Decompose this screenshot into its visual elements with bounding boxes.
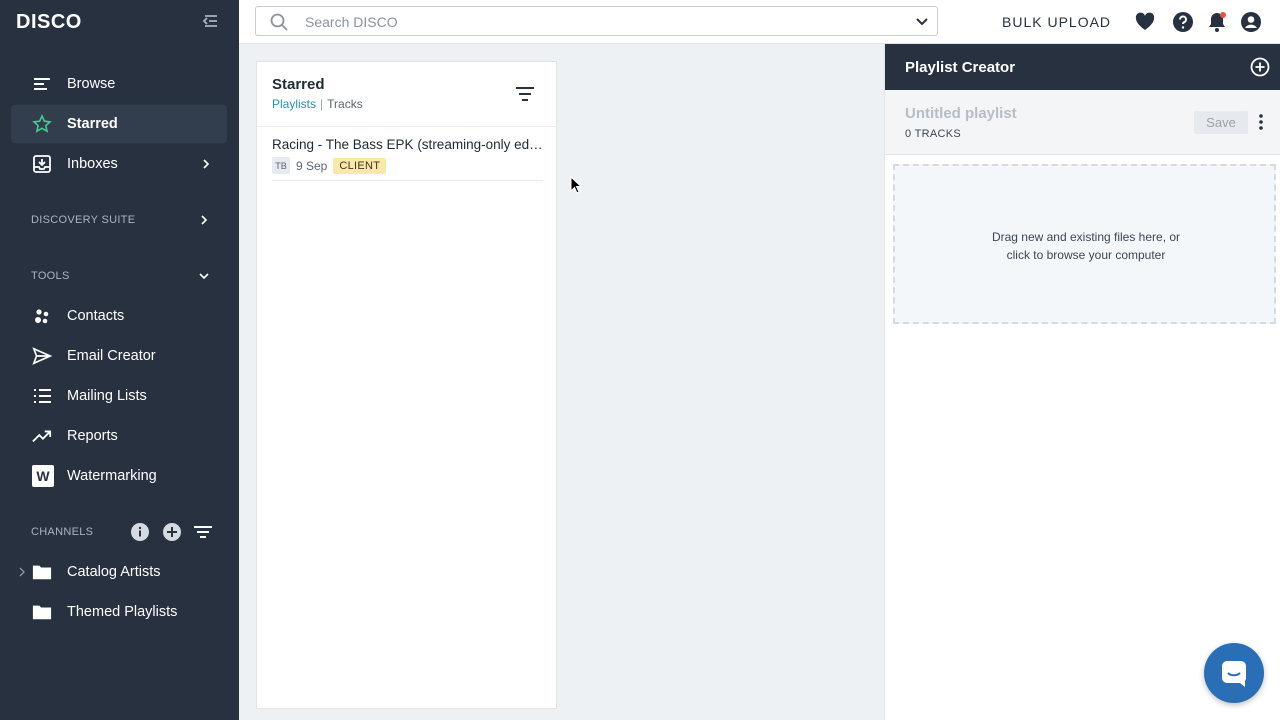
disco-logo[interactable]: DISCO	[16, 11, 82, 34]
more-options-icon[interactable]	[1255, 112, 1267, 132]
playlist-title: Racing - The Bass EPK (streaming-only ed…	[272, 137, 543, 152]
tab-playlists[interactable]: Playlists	[272, 97, 316, 111]
sidebar-item-themed-playlists[interactable]: Themed Playlists	[11, 593, 227, 631]
playlist-name-field[interactable]: Untitled playlist	[905, 105, 1017, 122]
sidebar-item-label: Catalog Artists	[67, 564, 161, 580]
notifications-icon[interactable]	[1206, 11, 1228, 33]
send-icon	[32, 346, 52, 366]
sidebar-item-watermarking[interactable]: W Watermarking	[11, 457, 227, 495]
search-icon	[270, 13, 288, 31]
drop-line-2: click to browse your computer	[1006, 248, 1166, 262]
chevron-down-icon[interactable]	[915, 15, 929, 29]
panel-title: Starred	[272, 76, 325, 93]
row-meta: TB 9 Sep CLIENT	[272, 157, 387, 174]
chevron-down-icon[interactable]	[198, 270, 210, 282]
save-button[interactable]: Save	[1194, 111, 1248, 134]
sidebar-item-label: Browse	[67, 76, 116, 92]
info-icon[interactable]	[130, 522, 150, 542]
watermark-icon: W	[32, 465, 54, 487]
trend-icon	[32, 426, 52, 446]
playlist-creator-header: Playlist Creator	[885, 44, 1280, 90]
folder-icon	[32, 562, 52, 582]
sidebar-item-contacts[interactable]: Contacts	[11, 297, 227, 335]
search-input[interactable]: Search DISCO	[255, 6, 938, 36]
sidebar-item-browse[interactable]: Browse	[11, 65, 227, 103]
status-badge: CLIENT	[333, 157, 387, 174]
starred-panel: Starred Playlists | Tracks Racing - The Ba…	[256, 61, 557, 709]
account-icon[interactable]	[1240, 11, 1262, 33]
playlist-info: Untitled playlist 0 TRACKS Save	[885, 90, 1280, 155]
filter-channels-icon[interactable]	[193, 522, 213, 542]
starred-tabs: Playlists | Tracks	[272, 97, 363, 111]
sidebar-item-inboxes[interactable]: Inboxes	[11, 145, 227, 183]
top-bar: Search DISCO BULK UPLOAD	[239, 0, 1280, 44]
chevron-right-icon	[203, 159, 210, 169]
tab-separator: |	[320, 97, 324, 111]
folder-icon	[32, 602, 52, 622]
star-icon	[32, 114, 52, 134]
add-playlist-icon[interactable]	[1250, 57, 1270, 77]
mouse-cursor-icon	[570, 176, 582, 194]
contacts-icon	[32, 306, 52, 326]
avatar: TB	[272, 157, 290, 174]
sidebar-item-label: Inboxes	[67, 156, 118, 172]
sidebar-item-label: Themed Playlists	[67, 604, 178, 620]
heart-icon[interactable]	[1134, 11, 1156, 33]
track-count: 0 TRACKS	[905, 128, 961, 140]
channels-label: CHANNELS	[31, 526, 94, 538]
sidebar-item-label: Mailing Lists	[67, 388, 147, 404]
sidebar-item-label: Reports	[67, 428, 118, 444]
playlist-creator: Playlist Creator Untitled playlist 0 TRA…	[884, 44, 1280, 720]
drop-zone-text: Drag new and existing files here, or cli…	[955, 228, 1217, 264]
file-drop-zone[interactable]: Drag new and existing files here, or cli…	[893, 164, 1276, 324]
sidebar-item-label: Contacts	[67, 308, 125, 324]
sidebar-item-catalog-artists[interactable]: Catalog Artists	[11, 553, 227, 591]
list-item[interactable]: Racing - The Bass EPK (streaming-only ed…	[272, 128, 543, 181]
inbox-icon	[32, 154, 52, 174]
panel-title: Playlist Creator	[905, 59, 1016, 76]
discovery-suite-label[interactable]: DISCOVERY SUITE	[31, 214, 135, 226]
collapse-sidebar-icon[interactable]	[201, 12, 221, 30]
sidebar-item-mailing-lists[interactable]: Mailing Lists	[11, 377, 227, 415]
watermark-glyph: W	[36, 468, 50, 484]
sidebar: DISCO Browse Starred Inboxes DISCOVERY S…	[0, 0, 239, 720]
list-icon	[32, 386, 52, 406]
browse-icon	[32, 74, 52, 94]
drop-line-1: Drag new and existing files here, or	[991, 230, 1181, 244]
sidebar-item-label: Watermarking	[67, 468, 157, 484]
sidebar-item-email-creator[interactable]: Email Creator	[11, 337, 227, 375]
date-label: 9 Sep	[296, 158, 328, 173]
sidebar-item-reports[interactable]: Reports	[11, 417, 227, 455]
divider	[257, 126, 556, 127]
chevron-right-icon[interactable]	[198, 214, 210, 226]
chat-support-button[interactable]	[1204, 643, 1264, 703]
chat-icon	[1222, 661, 1246, 687]
help-icon[interactable]	[1172, 11, 1194, 33]
sidebar-item-label: Email Creator	[67, 348, 156, 364]
tab-tracks[interactable]: Tracks	[327, 97, 363, 111]
chevron-right-icon[interactable]	[18, 567, 26, 577]
sidebar-item-starred[interactable]: Starred	[11, 105, 227, 143]
bulk-upload-button[interactable]: BULK UPLOAD	[1002, 14, 1111, 30]
add-channel-icon[interactable]	[162, 522, 182, 542]
tools-label[interactable]: TOOLS	[31, 270, 70, 282]
search-placeholder: Search DISCO	[305, 14, 398, 30]
sidebar-item-label: Starred	[67, 116, 118, 132]
filter-icon[interactable]	[514, 85, 536, 103]
